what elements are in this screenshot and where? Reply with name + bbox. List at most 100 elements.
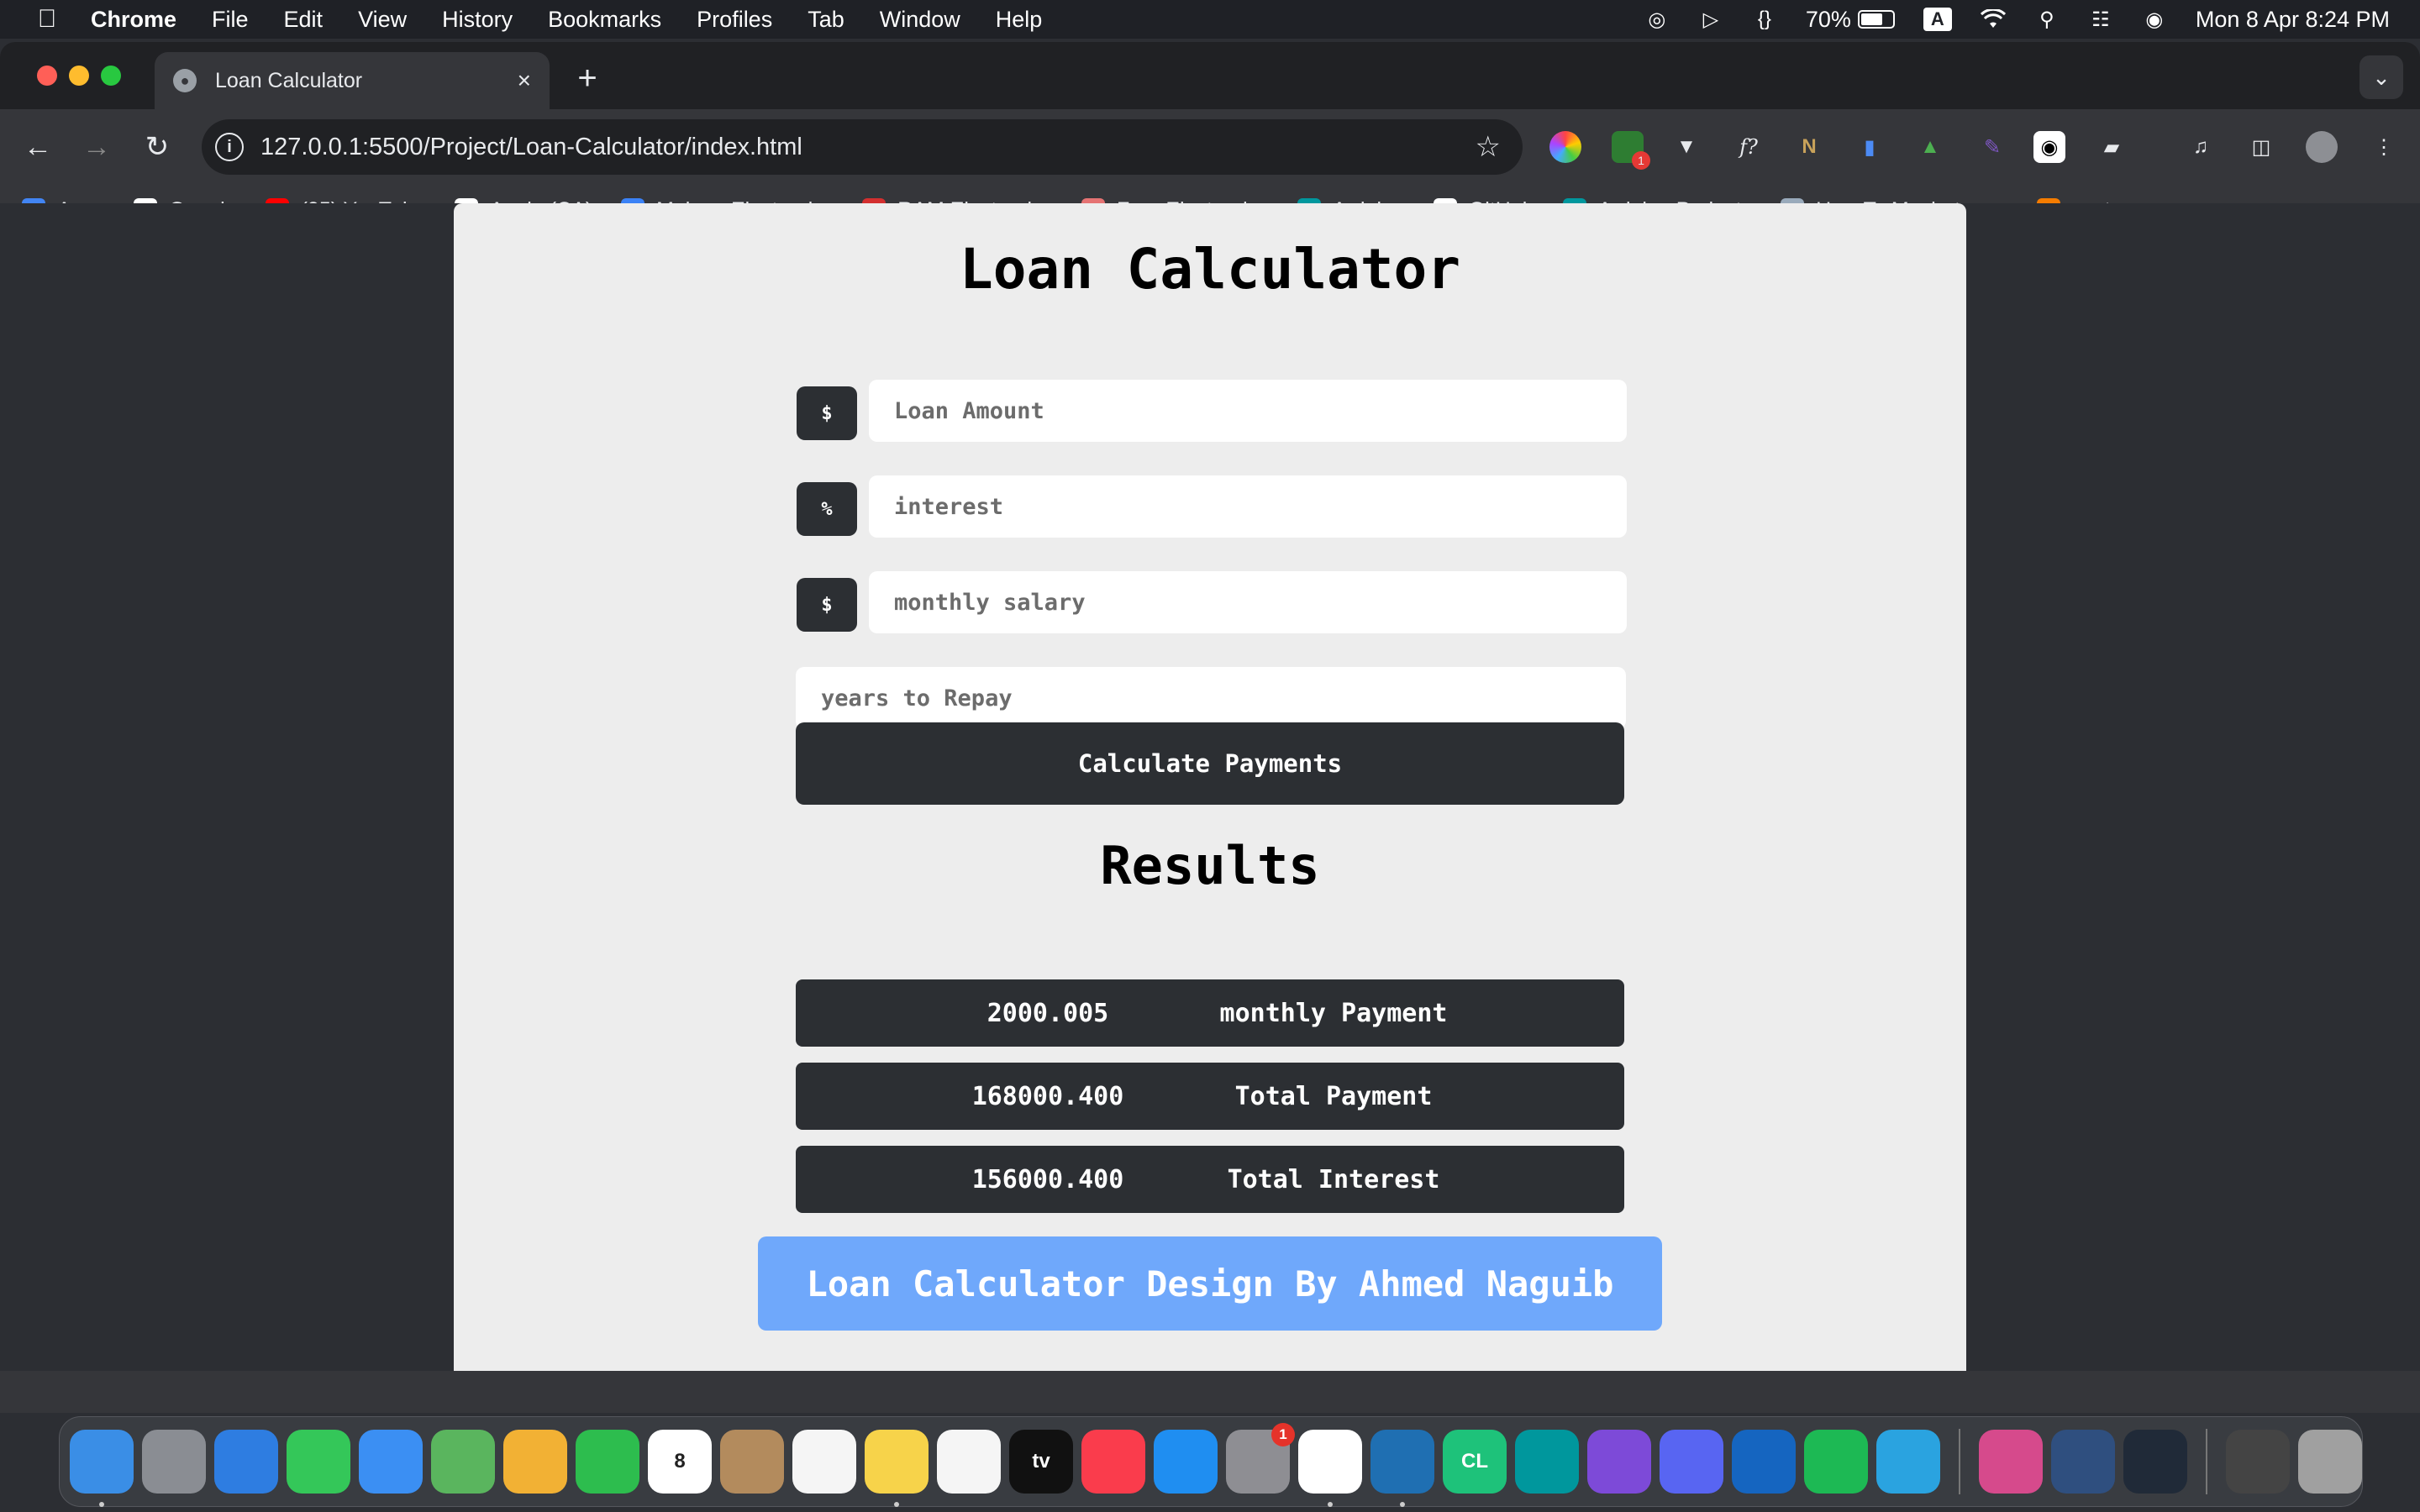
close-tab-icon[interactable]: ×: [518, 67, 531, 94]
close-window-button[interactable]: [37, 66, 57, 86]
puzzle-icon[interactable]: ▰: [2096, 131, 2128, 163]
docs-icon[interactable]: ▮: [1854, 131, 1886, 163]
battery-status[interactable]: 70%: [1806, 7, 1895, 33]
menu-profiles[interactable]: Profiles: [697, 7, 772, 33]
tab-search-button[interactable]: ⌄: [2360, 55, 2403, 99]
zoom-window-button[interactable]: [101, 66, 121, 86]
braces-icon[interactable]: {}: [1752, 7, 1777, 32]
menu-edit[interactable]: Edit: [284, 7, 324, 33]
result-total-payment: 168000.400 Total Payment: [796, 1063, 1624, 1130]
bookmark-star-icon[interactable]: ☆: [1476, 130, 1501, 164]
control-center-icon[interactable]: ☷: [2088, 7, 2113, 32]
media-control-icon[interactable]: ♫: [2185, 131, 2217, 163]
loan-calculator-card: Loan Calculator $ % $ Calculate Payments…: [454, 203, 1966, 1371]
menu-view[interactable]: View: [358, 7, 407, 33]
menu-tab[interactable]: Tab: [808, 7, 844, 33]
maps-icon[interactable]: [431, 1430, 495, 1494]
apple-tv-icon[interactable]: tv: [1009, 1430, 1073, 1494]
outlook-icon[interactable]: [1732, 1430, 1796, 1494]
wifi-icon[interactable]: [1980, 7, 2006, 32]
monthly-salary-input[interactable]: [869, 571, 1627, 633]
arduino-ide-icon[interactable]: [1515, 1430, 1579, 1494]
dock-icon-text: 8: [674, 1450, 686, 1473]
shazam-icon[interactable]: ◎: [1644, 7, 1670, 32]
years-to-repay-input[interactable]: [796, 667, 1626, 729]
menu-history[interactable]: History: [442, 7, 513, 33]
input-source-icon[interactable]: A: [1923, 8, 1952, 31]
siri-icon[interactable]: ◉: [2142, 7, 2167, 32]
notification-badge: 1: [1271, 1423, 1295, 1446]
apple-menu-icon[interactable]: : [30, 5, 64, 34]
vuetify-icon[interactable]: ▼: [1670, 131, 1702, 163]
finder-icon[interactable]: [70, 1430, 134, 1507]
menu-bookmarks[interactable]: Bookmarks: [548, 7, 661, 33]
music-icon[interactable]: [1081, 1430, 1145, 1494]
address-bar[interactable]: i 127.0.0.1:5500/Project/Loan-Calculator…: [202, 119, 1523, 175]
result-monthly-payment: 2000.005 monthly Payment: [796, 979, 1624, 1047]
chrome-icon[interactable]: [1298, 1430, 1362, 1507]
result-label: Total Interest: [1227, 1164, 1440, 1194]
macos-menubar:  Chrome File Edit View History Bookmark…: [0, 0, 2420, 39]
side-panel-icon[interactable]: ◫: [2245, 131, 2277, 163]
downloads-stack-icon[interactable]: [2226, 1430, 2290, 1494]
result-label: monthly Payment: [1219, 998, 1448, 1028]
results-title: Results: [1100, 835, 1320, 896]
pen-icon[interactable]: ✎: [1976, 131, 2008, 163]
vscode-icon[interactable]: [1370, 1430, 1434, 1507]
quicktime-icon[interactable]: [2051, 1430, 2115, 1494]
minimize-window-button[interactable]: [69, 66, 89, 86]
discord-icon[interactable]: [1660, 1430, 1723, 1494]
clion-icon[interactable]: CL: [1443, 1430, 1507, 1494]
github-desktop-icon[interactable]: [1587, 1430, 1651, 1494]
contacts-icon[interactable]: [720, 1430, 784, 1494]
trash-icon[interactable]: [2298, 1430, 2362, 1494]
safari-icon[interactable]: [214, 1430, 278, 1494]
loan-amount-input[interactable]: [869, 380, 1627, 442]
facetime-icon[interactable]: [576, 1430, 639, 1494]
running-indicator: [99, 1502, 104, 1507]
tab-loan-calculator[interactable]: ● Loan Calculator ×: [155, 52, 550, 109]
chrome-menu-icon[interactable]: ⋮: [2368, 131, 2400, 163]
play-circle-icon[interactable]: ▷: [1698, 7, 1723, 32]
freeform-icon[interactable]: [937, 1430, 1001, 1494]
tab-strip: ● Loan Calculator × + ⌄: [0, 42, 2420, 109]
app-store-icon[interactable]: [1154, 1430, 1218, 1494]
photos-icon[interactable]: [503, 1430, 567, 1494]
mail-icon[interactable]: [359, 1430, 423, 1494]
menu-help[interactable]: Help: [996, 7, 1043, 33]
wallet-icon[interactable]: 1: [1612, 131, 1650, 170]
new-tab-button[interactable]: +: [566, 57, 608, 99]
profile-avatar[interactable]: [2306, 131, 2338, 163]
tab-title: Loan Calculator: [215, 68, 363, 92]
running-indicator: [894, 1502, 899, 1507]
site-info-icon[interactable]: i: [215, 133, 244, 161]
formula-icon[interactable]: f?: [1733, 131, 1765, 163]
forward-button[interactable]: →: [76, 126, 118, 168]
interest-input[interactable]: [869, 475, 1627, 538]
reminders-icon[interactable]: [792, 1430, 856, 1494]
launchpad-icon[interactable]: [142, 1430, 206, 1494]
browser-toolbar: ← → ↻ i 127.0.0.1:5500/Project/Loan-Calc…: [0, 109, 2420, 185]
loan-amount-group: $: [797, 380, 1627, 442]
calculate-payments-button[interactable]: Calculate Payments: [796, 722, 1624, 805]
menu-app-name[interactable]: Chrome: [91, 7, 176, 33]
reload-button[interactable]: ↻: [136, 126, 178, 168]
eye-icon[interactable]: ◉: [2033, 131, 2065, 163]
spotify-icon[interactable]: [1804, 1430, 1868, 1494]
menu-window[interactable]: Window: [880, 7, 960, 33]
wps-office-icon[interactable]: [1979, 1430, 2043, 1494]
notion-icon[interactable]: N: [1793, 131, 1825, 163]
messages-icon[interactable]: [287, 1430, 350, 1494]
system-settings-icon[interactable]: 1: [1226, 1423, 1295, 1494]
tree-icon[interactable]: ▲: [1914, 131, 1946, 163]
menu-file[interactable]: File: [212, 7, 249, 33]
notes-icon[interactable]: [865, 1430, 929, 1507]
spotlight-search-icon[interactable]: ⚲: [2034, 7, 2060, 32]
calendar-icon[interactable]: 8: [648, 1430, 712, 1494]
menubar-clock[interactable]: Mon 8 Apr 8:24 PM: [2196, 7, 2390, 33]
back-button[interactable]: ←: [17, 126, 59, 168]
speedometer-icon[interactable]: [2123, 1430, 2187, 1494]
telegram-icon[interactable]: [1876, 1430, 1940, 1494]
color-picker-icon[interactable]: [1549, 131, 1581, 163]
url-text[interactable]: 127.0.0.1:5500/Project/Loan-Calculator/i…: [260, 134, 802, 161]
